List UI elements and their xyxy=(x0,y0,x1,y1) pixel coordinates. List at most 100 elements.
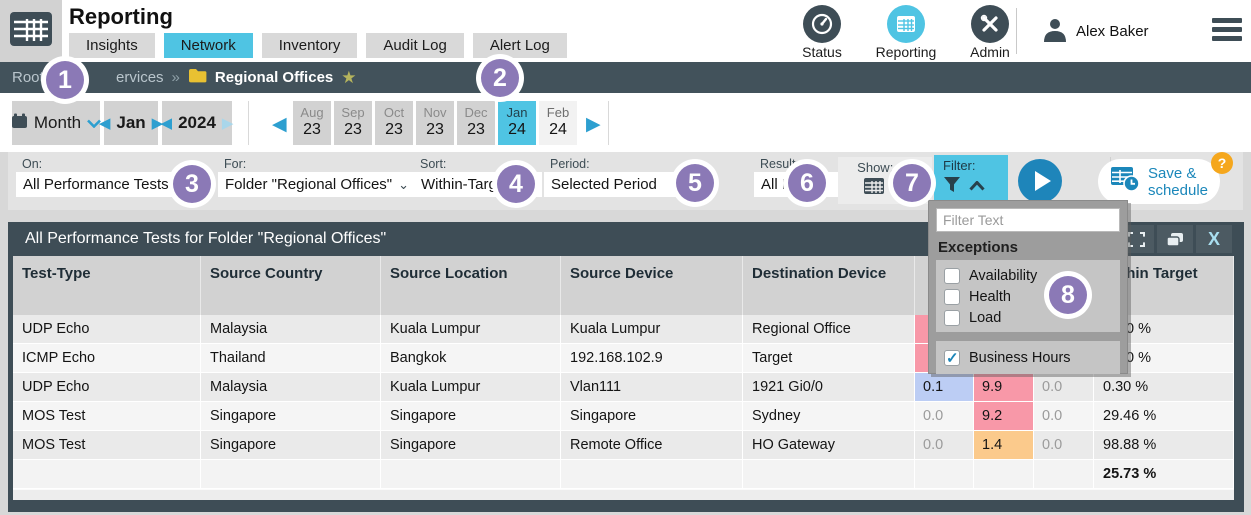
favorite-star-icon[interactable]: ★ xyxy=(341,68,356,88)
nav-reporting-label: Reporting xyxy=(866,44,946,60)
cell-source-country: Malaysia xyxy=(201,373,381,402)
cell-destination-device: Regional Office xyxy=(743,315,915,344)
tools-icon xyxy=(971,5,1009,43)
col-source-country[interactable]: Source Country xyxy=(201,256,381,315)
page-title: Reporting xyxy=(69,4,173,30)
checkbox-icon[interactable] xyxy=(944,310,960,326)
play-icon xyxy=(1035,171,1051,191)
date-bar: Month ◀ Jan ▶ ◀ 2024 ▶ ◀ Aug 23 Sep 23 O… xyxy=(0,93,1251,152)
run-report-button[interactable] xyxy=(1018,159,1062,203)
col-source-device[interactable]: Source Device xyxy=(561,256,743,315)
period-value: Selected Period xyxy=(551,176,657,193)
save-schedule-button[interactable]: Save & schedule xyxy=(1098,159,1220,204)
chevron-up-icon xyxy=(969,178,985,196)
table-row[interactable]: MOS Test Singapore Singapore Remote Offi… xyxy=(13,431,1234,460)
save-line-2: schedule xyxy=(1148,182,1208,199)
filter-button[interactable]: Filter: xyxy=(934,155,1008,205)
callout-5: 5 xyxy=(676,164,714,202)
cell-source-device: Singapore xyxy=(561,402,743,431)
cell-source-device: 192.168.102.9 xyxy=(561,344,743,373)
cell-destination-device: Sydney xyxy=(743,402,915,431)
cell-source-device: Remote Office xyxy=(561,431,743,460)
nav-admin[interactable]: Admin xyxy=(950,5,1030,60)
callout-7: 7 xyxy=(893,164,931,202)
checkbox-checked-icon[interactable] xyxy=(944,350,960,366)
nav-status-label: Status xyxy=(782,44,862,60)
cell-source-location: Kuala Lumpur xyxy=(381,373,561,402)
tab-alert-log[interactable]: Alert Log xyxy=(473,33,567,58)
month-chip-jan-24-selected[interactable]: Jan 24 xyxy=(498,101,536,145)
col-destination-device[interactable]: Destination Device xyxy=(743,256,915,315)
calendar-icon xyxy=(11,113,28,134)
month-chip-year: 23 xyxy=(293,120,331,139)
nav-reporting[interactable]: Reporting xyxy=(866,5,946,60)
user-menu[interactable]: Alex Baker xyxy=(1042,16,1149,47)
filter-text-input[interactable] xyxy=(936,208,1120,232)
tab-audit-log[interactable]: Audit Log xyxy=(366,33,463,58)
checkbox-health[interactable]: Health xyxy=(944,286,1120,307)
table-summary-row: 25.73 % xyxy=(13,460,1234,489)
user-icon xyxy=(1042,16,1068,47)
col-test-type[interactable]: Test-Type xyxy=(13,256,201,315)
cell-within-target: 29.46 % xyxy=(1094,402,1234,431)
filter-label: Filter: xyxy=(943,158,1008,173)
table-grid-icon xyxy=(9,11,53,52)
table-row[interactable]: MOS Test Singapore Singapore Singapore S… xyxy=(13,402,1234,431)
month-chip-aug-23[interactable]: Aug 23 xyxy=(293,101,331,145)
tab-insights[interactable]: Insights xyxy=(69,33,155,58)
breadcrumb-root[interactable]: Root xyxy=(12,69,44,86)
close-table-button[interactable]: X xyxy=(1196,225,1232,253)
save-line-1: Save & xyxy=(1148,165,1196,182)
period-label: Period: xyxy=(550,157,590,171)
cell-metric-1: 0.0 xyxy=(915,402,974,431)
close-icon: X xyxy=(1208,229,1220,250)
month-chip-sep-23[interactable]: Sep 23 xyxy=(334,101,372,145)
cell-within-target: 0.30 % xyxy=(1094,373,1234,402)
nav-admin-label: Admin xyxy=(950,44,1030,60)
table-row[interactable]: UDP Echo Malaysia Kuala Lumpur Vlan111 1… xyxy=(13,373,1234,402)
checkbox-label: Business Hours xyxy=(969,350,1071,366)
chevron-down-icon: ⌄ xyxy=(398,177,409,193)
year-stepper[interactable]: ◀ 2024 ▶ xyxy=(162,101,232,145)
month-stepper[interactable]: ◀ Jan ▶ xyxy=(104,101,158,145)
checkbox-availability[interactable]: Availability xyxy=(944,265,1120,286)
app-logo[interactable] xyxy=(0,0,62,62)
month-chip-dec-23[interactable]: Dec 23 xyxy=(457,101,495,145)
gauge-icon xyxy=(803,5,841,43)
cell-source-country: Singapore xyxy=(201,402,381,431)
cell-source-location: Bangkok xyxy=(381,344,561,373)
next-year-icon[interactable]: ▶ xyxy=(222,116,234,131)
scroll-months-right-icon[interactable]: ▶ xyxy=(586,113,601,136)
detach-window-button[interactable] xyxy=(1157,225,1193,253)
prev-month-icon[interactable]: ◀ xyxy=(99,116,111,131)
granularity-dropdown[interactable]: Month xyxy=(12,101,100,145)
month-chip-month: Jan xyxy=(498,105,536,120)
nav-status[interactable]: Status xyxy=(782,5,862,60)
cell-source-device: Vlan111 xyxy=(561,373,743,402)
breadcrumb-current[interactable]: Regional Offices xyxy=(215,69,333,86)
year-value: 2024 xyxy=(178,113,216,133)
checkbox-load[interactable]: Load xyxy=(944,307,1120,328)
prev-year-icon[interactable]: ◀ xyxy=(161,116,173,131)
checkbox-icon[interactable] xyxy=(944,289,960,305)
scroll-months-left-icon[interactable]: ◀ xyxy=(272,113,287,136)
for-select[interactable]: Folder "Regional Offices" ⌄ xyxy=(218,172,416,197)
cell-test-type: UDP Echo xyxy=(13,373,201,402)
folder-icon xyxy=(188,68,207,87)
report-tabs: Insights Network Inventory Audit Log Ale… xyxy=(69,33,567,58)
callout-1: 1 xyxy=(46,61,84,99)
breadcrumb-separator-2: » xyxy=(172,69,180,86)
menu-icon[interactable] xyxy=(1212,18,1242,45)
checkbox-icon[interactable] xyxy=(944,268,960,284)
exceptions-section-label: Exceptions xyxy=(938,239,1127,256)
month-chip-nov-23[interactable]: Nov 23 xyxy=(416,101,454,145)
on-label: On: xyxy=(22,157,42,171)
month-chip-feb-24[interactable]: Feb 24 xyxy=(539,101,577,145)
checkbox-business-hours[interactable]: Business Hours xyxy=(944,347,1120,368)
breadcrumb-parent[interactable]: ervices xyxy=(116,69,164,86)
tab-inventory[interactable]: Inventory xyxy=(262,33,358,58)
col-source-location[interactable]: Source Location xyxy=(381,256,561,315)
help-badge[interactable]: ? xyxy=(1211,152,1233,174)
month-chip-oct-23[interactable]: Oct 23 xyxy=(375,101,413,145)
tab-network[interactable]: Network xyxy=(164,33,253,58)
